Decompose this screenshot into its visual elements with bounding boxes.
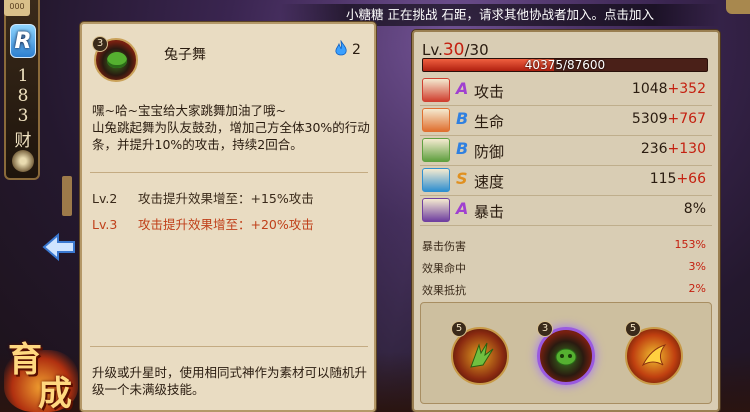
stat-name: 防御: [474, 143, 505, 161]
stat-row: S 速度 115+66: [420, 168, 712, 194]
row-divider: [420, 165, 712, 166]
stat-grade: A: [456, 79, 469, 98]
row-divider: [420, 195, 712, 196]
skill-level-badge: 3: [92, 36, 108, 52]
sub-stat-row: 效果命中 3%: [422, 260, 710, 280]
stat-base: 1048: [631, 81, 668, 97]
divider: [90, 172, 368, 173]
stat-name: 攻击: [474, 83, 505, 101]
stat-base: 236: [640, 141, 668, 157]
rail-knot-icon: [12, 150, 34, 172]
sub-stat-value: 2%: [688, 282, 706, 295]
level-current: 30: [442, 40, 465, 60]
rail-top-cap: 000: [4, 0, 30, 16]
speed-icon: [422, 168, 450, 192]
rarity-badge: R: [10, 24, 36, 58]
row-divider: [420, 225, 712, 226]
stat-row: B 生命 5309+767: [420, 108, 712, 134]
row-divider: [420, 105, 712, 106]
defense-icon: [422, 138, 450, 162]
skill-slot-level: 5: [451, 321, 467, 337]
develop-label-1: 育: [8, 340, 42, 380]
stat-name: 生命: [474, 113, 505, 131]
stat-value: 8%: [684, 201, 706, 217]
level-max: /30: [464, 41, 489, 59]
skill-name: 兔子舞: [164, 47, 206, 63]
sub-stat-name: 暴击伤害: [422, 240, 466, 253]
row-divider: [420, 135, 712, 136]
stat-value: 1048+352: [632, 81, 706, 97]
fire-strike-icon: [641, 344, 667, 367]
skill-detail-panel: 3 兔子舞 2 嘿~哈~宝宝给大家跳舞加油了哦~ 山兔跳起舞为队友鼓劲，增加己方…: [80, 22, 376, 412]
onibi-cost: 2: [352, 42, 361, 58]
sub-stat-row: 暴击伤害 153%: [422, 238, 710, 258]
rail-digit-3: 3: [17, 106, 29, 126]
stat-name: 速度: [474, 173, 505, 191]
dance-mask-icon: [555, 348, 577, 366]
sub-stat-value: 3%: [688, 260, 706, 273]
stat-grade: S: [456, 169, 468, 188]
stat-row: A 攻击 1048+352: [420, 78, 712, 104]
onibi-fire-icon: [335, 40, 347, 56]
stat-bonus: +66: [676, 171, 706, 187]
upgrade-level: Lv.3: [92, 217, 118, 232]
sub-stat-row: 效果抵抗 2%: [422, 282, 710, 302]
health-icon: [422, 108, 450, 132]
stat-value: 115+66: [650, 171, 706, 187]
stat-name: 暴击: [474, 203, 505, 221]
develop-label-2: 成: [38, 374, 72, 412]
side-strip: [62, 176, 72, 216]
stat-base: 115: [649, 171, 677, 187]
stat-grade: A: [456, 199, 469, 218]
skill-description: 嘿~哈~宝宝给大家跳舞加油了哦~ 山兔跳起舞为队友鼓劲，增加己方全体30%的行动…: [92, 103, 370, 152]
skill-selector-tray: 5 3 5: [420, 302, 712, 404]
skill-upgrade-hint: 升级或升星时，使用相同式神作为素材可以随机升级一个未满级技能。: [92, 365, 368, 397]
green-claw-icon: [470, 342, 494, 368]
stat-grade: B: [456, 139, 469, 158]
stat-base: 8%: [683, 201, 706, 217]
rail-char-wealth: 财: [14, 131, 32, 151]
stat-row: B 防御 236+130: [420, 138, 712, 164]
back-arrow-icon[interactable]: [42, 232, 76, 262]
level-prefix: Lv.: [422, 41, 443, 59]
skill-slot-level: 3: [537, 321, 553, 337]
stat-bonus: +352: [667, 81, 706, 97]
stat-value: 5309+767: [632, 111, 706, 127]
sub-stat-name: 效果抵抗: [422, 284, 466, 297]
upgrade-level: Lv.2: [92, 191, 118, 206]
upgrade-text: 攻击提升效果增至：+15%攻击: [138, 191, 314, 206]
stat-row: A 暴击 8%: [420, 198, 712, 224]
stats-panel: Lv.30/30 40375/87600 A 攻击 1048+352 B 生命 5309+…: [412, 30, 720, 412]
rabbit-mask-icon: [107, 52, 127, 68]
stat-bonus: +767: [667, 111, 706, 127]
divider: [90, 346, 368, 347]
stat-bonus: +130: [667, 141, 706, 157]
attack-icon: [422, 78, 450, 102]
rail-digit-1: 1: [17, 66, 29, 86]
skill-slot-level: 5: [625, 321, 641, 337]
rail-digit-2: 8: [17, 86, 29, 106]
stat-value: 236+130: [641, 141, 706, 157]
critical-icon: [422, 198, 450, 222]
xp-bar: 40375/87600: [422, 58, 708, 72]
upgrade-row: Lv.2 攻击提升效果增至：+15%攻击: [92, 188, 314, 207]
xp-text: 40375/87600: [524, 58, 606, 72]
sub-stat-name: 效果命中: [422, 262, 466, 275]
stat-grade: B: [456, 109, 469, 128]
level-display: Lv.30/30: [422, 40, 489, 60]
upgrade-text: 攻击提升效果增至：+20%攻击: [138, 217, 314, 232]
upgrade-row-current: Lv.3 攻击提升效果增至：+20%攻击: [92, 214, 314, 233]
corner-tab[interactable]: [726, 0, 750, 14]
sub-stat-value: 153%: [674, 238, 706, 251]
stat-base: 5309: [631, 111, 668, 127]
